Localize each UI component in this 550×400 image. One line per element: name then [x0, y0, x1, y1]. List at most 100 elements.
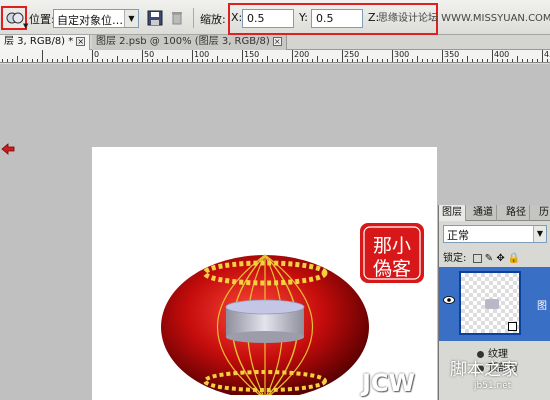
ruler-tick [27, 59, 28, 62]
blend-mode-select[interactable]: 正常 ▼ [443, 225, 547, 243]
ruler-tick [132, 59, 133, 62]
lock-brush-icon[interactable]: ✎ [485, 253, 493, 264]
close-icon[interactable]: × [272, 36, 282, 46]
ruler-label: 50 [144, 50, 155, 59]
lock-all-icon[interactable]: 🔒 [508, 253, 520, 264]
ruler-tick [467, 56, 468, 62]
ruler-tick [352, 59, 353, 62]
ruler-tick [252, 59, 253, 62]
blend-mode-value: 正常 [447, 229, 469, 242]
ruler-tick [337, 59, 338, 62]
ruler-tick [167, 56, 168, 62]
ruler-tick [192, 50, 193, 62]
ruler-tick [187, 59, 188, 62]
tab-document-2[interactable]: 图层 2.psb @ 100% (图层 3, RGB/8) × [92, 35, 287, 50]
ruler-tick [97, 59, 98, 62]
watermark-url: jb51.net [474, 381, 512, 391]
ruler-label: 450 [544, 50, 550, 59]
ruler-tick [67, 56, 68, 62]
tab-layers[interactable]: 图层 [439, 205, 466, 221]
ruler-tick [502, 59, 503, 62]
ruler-tick [477, 59, 478, 62]
ruler-tick [442, 50, 443, 62]
ruler-tick [312, 59, 313, 62]
ruler-tick [532, 59, 533, 62]
trash-icon[interactable] [168, 9, 186, 27]
ruler-tick [347, 59, 348, 62]
ruler-tick [262, 59, 263, 62]
ruler-tick [482, 59, 483, 62]
ruler-tick [282, 59, 283, 62]
y-scale-field[interactable]: 0.5 [311, 9, 363, 28]
ruler-tick [457, 59, 458, 62]
ruler-tick [472, 59, 473, 62]
ruler-label: 200 [294, 50, 310, 59]
save-icon[interactable] [146, 9, 164, 27]
ruler-tick [417, 56, 418, 62]
ruler-label: 150 [244, 50, 260, 59]
3d-layer-badge-icon [508, 322, 517, 331]
layer-row-selected[interactable]: 图 [439, 267, 550, 341]
toolbar-divider [193, 8, 194, 28]
ruler-tick [32, 59, 33, 62]
ruler-tick [547, 59, 548, 62]
tab-label: 层 3, RGB/8) * [4, 36, 74, 47]
tab-paths[interactable]: 路径 [503, 205, 530, 221]
ruler-tick [392, 50, 393, 62]
ruler-tick [202, 59, 203, 62]
lantern-3d-object[interactable] [160, 245, 370, 395]
ruler-tick [497, 59, 498, 62]
tab-channels[interactable]: 通道 [470, 205, 497, 221]
ruler-tick [197, 59, 198, 62]
ruler-tick [227, 59, 228, 62]
ruler-tick [37, 59, 38, 62]
svg-text:偽客: 偽客 [373, 258, 411, 280]
ruler-tick [492, 50, 493, 62]
chevron-down-icon: ▼ [23, 22, 29, 30]
watermark-brand: JCW [362, 369, 416, 397]
ruler-tick [522, 59, 523, 62]
ruler-tick [327, 59, 328, 62]
lock-label: 锁定: [443, 253, 467, 264]
ruler-label: 350 [444, 50, 460, 59]
ruler-tick [92, 50, 93, 62]
ruler-tick [382, 59, 383, 62]
position-select[interactable]: 自定对象位… ▼ [53, 9, 139, 28]
scale-label: 缩放: [200, 13, 226, 26]
tab-history[interactable]: 历 [536, 205, 550, 221]
tab-document-1[interactable]: 层 3, RGB/8) * × [0, 35, 91, 50]
ruler-tick [87, 59, 88, 62]
ruler-tick [342, 50, 343, 62]
ruler-tick [57, 59, 58, 62]
ruler-tick [162, 59, 163, 62]
3d-tool-preset-button[interactable]: ▼ [1, 6, 29, 30]
ruler-tick [72, 59, 73, 62]
ruler-tick [47, 59, 48, 62]
ruler-tick [297, 59, 298, 62]
ruler-tick [267, 56, 268, 62]
ruler-tick [362, 59, 363, 62]
options-bar: ▼ 位置: 自定对象位… ▼ 缩放: X: 0.5 Y: 0.5 Z: 思缘设计… [0, 0, 550, 35]
ruler-tick [247, 59, 248, 62]
ruler-tick [237, 59, 238, 62]
ruler-tick [217, 56, 218, 62]
ruler-tick [512, 59, 513, 62]
lock-transparency-icon[interactable] [472, 253, 482, 263]
ruler-tick [122, 59, 123, 62]
ruler-tick [447, 59, 448, 62]
eye-icon[interactable] [443, 295, 455, 305]
ruler-tick [182, 59, 183, 62]
chevron-down-icon: ▼ [533, 226, 546, 242]
ruler-tick [277, 59, 278, 62]
close-icon[interactable]: × [76, 36, 86, 46]
horizontal-ruler: 0 50 100 150 200 250 300 350 400 450 [0, 50, 550, 63]
x-scale-field[interactable]: 0.5 [242, 9, 294, 28]
ruler-tick [387, 59, 388, 62]
ruler-tick [112, 59, 113, 62]
ruler-tick [412, 59, 413, 62]
ruler-tick [372, 59, 373, 62]
lock-move-icon[interactable]: ✥ [496, 253, 504, 264]
ruler-tick [397, 59, 398, 62]
svg-text:那小: 那小 [373, 235, 411, 257]
watermark-bottom: JCW 脚本之家 jb51.net [362, 355, 550, 400]
